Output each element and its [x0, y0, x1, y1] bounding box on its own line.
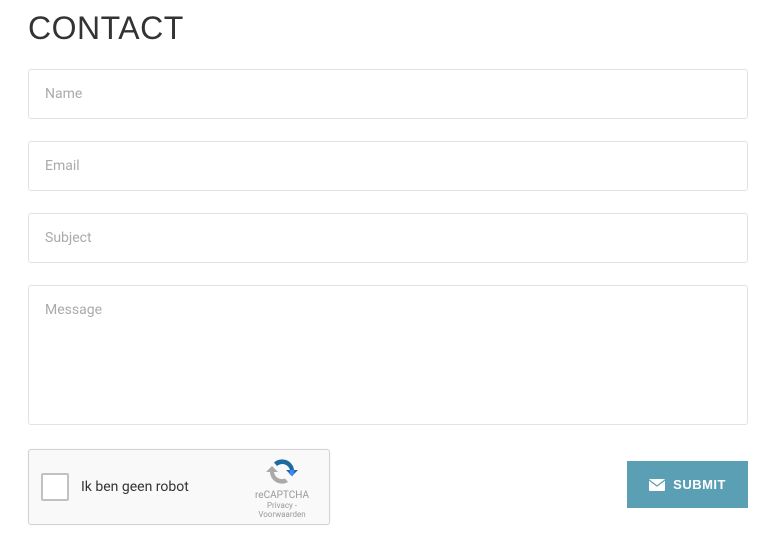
name-input[interactable]: [28, 69, 748, 119]
email-input[interactable]: [28, 141, 748, 191]
contact-container: CONTACT Ik ben geen robot reCAPTCHA Priv…: [0, 0, 776, 545]
recaptcha-branding: reCAPTCHA Privacy - Voorwaarden: [247, 456, 317, 519]
message-textarea[interactable]: [28, 285, 748, 425]
recaptcha-label: Ik ben geen robot: [81, 479, 247, 495]
recaptcha-checkbox[interactable]: [41, 473, 69, 501]
recaptcha-logo-icon: [266, 456, 298, 488]
submit-button-label: SUBMIT: [673, 477, 726, 492]
recaptcha-brand-text: reCAPTCHA: [255, 490, 309, 501]
bottom-row: Ik ben geen robot reCAPTCHA Privacy - Vo…: [28, 449, 748, 525]
recaptcha-links-text: Privacy - Voorwaarden: [247, 501, 317, 519]
page-title: CONTACT: [28, 10, 748, 47]
subject-input[interactable]: [28, 213, 748, 263]
recaptcha-widget: Ik ben geen robot reCAPTCHA Privacy - Vo…: [28, 449, 330, 525]
submit-button[interactable]: SUBMIT: [627, 461, 748, 508]
envelope-icon: [649, 479, 665, 491]
